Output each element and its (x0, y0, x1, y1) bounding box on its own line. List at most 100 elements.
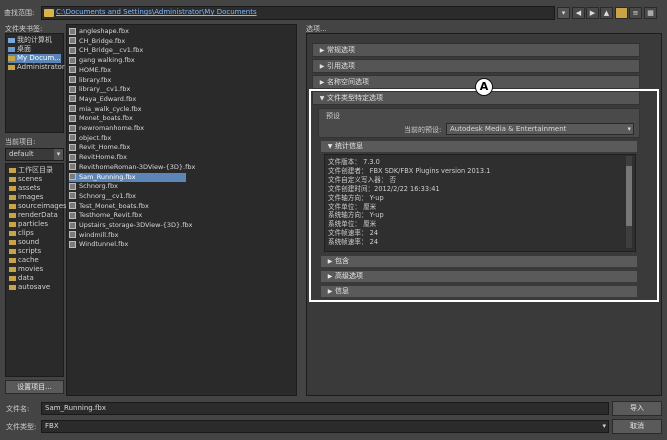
bookmark-administrator[interactable]: Administrator (8, 63, 65, 72)
fbx-file-icon (69, 221, 76, 229)
bookmark-label: Administrator (17, 63, 65, 71)
filename-label: 文件名: (6, 405, 30, 413)
file-item[interactable]: gang walking.fbx (69, 56, 186, 65)
project-folder-item[interactable]: sourceimages (9, 202, 67, 211)
detail-view-icon[interactable]: ▦ (644, 7, 657, 19)
file-item[interactable]: angleshape.fbx (69, 27, 186, 36)
file-item[interactable]: Schnorg.fbx (69, 182, 186, 191)
folder-icon (9, 203, 16, 209)
fbx-file-icon (69, 163, 76, 171)
file-name: Test_Monet_boats.fbx (79, 201, 149, 210)
fbx-file-icon (69, 134, 76, 142)
back-icon[interactable]: ◀ (572, 7, 585, 19)
file-item[interactable]: object.fbx (69, 134, 186, 143)
fbx-file-icon (69, 192, 76, 200)
up-folder-icon[interactable]: ▲ (600, 7, 613, 19)
file-item[interactable]: library__cv1.fbx (69, 85, 186, 94)
project-folder-item[interactable]: particles (9, 220, 48, 229)
filename-input[interactable]: Sam_Running.fbx (41, 402, 609, 415)
filetype-select[interactable]: FBX ▾ (41, 420, 609, 433)
file-name: Testhome_Revit.fbx (79, 211, 143, 220)
bookmark-desktop[interactable]: 桌面 (8, 45, 31, 54)
project-folder-label: scripts (18, 247, 42, 255)
file-name: library.fbx (79, 75, 112, 84)
file-item[interactable]: Sam_Running.fbx (69, 172, 186, 182)
folder-icon (9, 221, 16, 227)
bookmarks-panel: 我的计算机 桌面 My Docum... Administrator (5, 33, 65, 133)
cancel-button[interactable]: 取消 (612, 419, 662, 434)
folder-icon (9, 257, 16, 263)
folder-icon (9, 284, 16, 290)
project-folders-panel: 工作区目录 scenes assets images sourceimages rende… (5, 163, 67, 377)
project-folder-item[interactable]: 工作区目录 (9, 166, 53, 175)
fbx-file-icon (69, 202, 76, 210)
bookmark-my-computer[interactable]: 我的计算机 (8, 36, 52, 45)
file-item[interactable]: RevitHome.fbx (69, 153, 186, 162)
file-name: RevitHome.fbx (79, 153, 127, 162)
file-name: Sam_Running.fbx (79, 172, 136, 181)
project-folder-item[interactable]: cache (9, 256, 39, 265)
file-item[interactable]: windmill.fbx (69, 231, 186, 240)
file-item[interactable]: CH_Bridge.fbx (69, 37, 186, 46)
file-name: Schnorg.fbx (79, 182, 118, 191)
project-select-value: default (9, 150, 34, 158)
file-item[interactable]: HOME.fbx (69, 66, 186, 75)
bookmark-label: My Docum... (17, 54, 61, 62)
folder-icon (9, 194, 16, 200)
forward-icon[interactable]: ▶ (586, 7, 599, 19)
project-folder-item[interactable]: data (9, 274, 34, 283)
general-options-section[interactable]: ▶ 常规选项 (312, 43, 640, 57)
path-text: C:\Documents and Settings\Administrator\… (56, 8, 257, 16)
file-name: RevithomeRoman-3DView-{3D}.fbx (79, 162, 196, 171)
file-item[interactable]: Monet_boats.fbx (69, 114, 186, 123)
file-item[interactable]: Maya_Edward.fbx (69, 95, 186, 104)
path-field[interactable]: C:\Documents and Settings\Administrator\… (41, 6, 555, 20)
bookmark-my-documents[interactable]: My Docum... (8, 54, 61, 63)
file-item[interactable]: newromanhome.fbx (69, 124, 186, 133)
file-name: Revit_Home.fbx (79, 143, 131, 152)
file-name: Monet_boats.fbx (79, 114, 133, 123)
file-item[interactable]: Schnorg__cv1.fbx (69, 192, 186, 201)
project-folder-item[interactable]: sound (9, 238, 39, 247)
file-name: Upstairs_storage-3DView-{3D}.fbx (79, 221, 193, 229)
expand-icon: ▶ (319, 63, 325, 70)
fbx-file-icon (69, 37, 76, 45)
folder-icon (9, 239, 16, 245)
project-folder-item[interactable]: autosave (9, 283, 50, 292)
project-folder-item[interactable]: images (9, 193, 43, 202)
file-item[interactable]: Windtunnel.fbx (69, 240, 186, 249)
folder-icon (9, 167, 16, 173)
file-item[interactable]: mia_walk_cycle.fbx (69, 105, 186, 114)
project-select[interactable]: default ▾ (5, 148, 64, 161)
import-button[interactable]: 导入 (612, 401, 662, 416)
project-folder-item[interactable]: renderData (9, 211, 58, 220)
project-folder-label: autosave (18, 283, 51, 291)
callout-frame (309, 89, 659, 302)
file-item[interactable]: Upstairs_storage-3DView-{3D}.fbx (69, 221, 193, 230)
list-view-icon[interactable]: ≡ (629, 7, 642, 19)
section-label: 名称空间选项 (327, 78, 369, 86)
new-folder-icon[interactable] (615, 7, 628, 19)
file-name: object.fbx (79, 133, 112, 142)
folder-icon (44, 9, 54, 17)
expand-icon: ▶ (319, 79, 325, 86)
file-item[interactable]: Revit_Home.fbx (69, 143, 186, 152)
file-item[interactable]: Test_Monet_boats.fbx (69, 202, 186, 211)
path-dropdown-button[interactable]: ▾ (557, 7, 570, 19)
set-project-button[interactable]: 设置项目... (5, 380, 64, 394)
project-folder-item[interactable]: scenes (9, 175, 42, 184)
fbx-file-icon (69, 27, 76, 35)
project-folder-item[interactable]: movies (9, 265, 43, 274)
file-item[interactable]: CH_Bridge__cv1.fbx (69, 46, 186, 55)
file-item[interactable]: Testhome_Revit.fbx (69, 211, 186, 220)
project-folder-item[interactable]: assets (9, 184, 40, 193)
project-folder-item[interactable]: clips (9, 229, 34, 238)
reference-options-section[interactable]: ▶ 引用选项 (312, 59, 640, 73)
file-item[interactable]: RevithomeRoman-3DView-{3D}.fbx (69, 163, 195, 172)
file-name: angleshape.fbx (79, 27, 129, 35)
file-item[interactable]: library.fbx (69, 76, 186, 85)
chevron-down-icon: ▾ (54, 149, 63, 160)
fbx-file-icon (69, 124, 76, 132)
fbx-file-icon (69, 46, 76, 54)
project-folder-item[interactable]: scripts (9, 247, 41, 256)
